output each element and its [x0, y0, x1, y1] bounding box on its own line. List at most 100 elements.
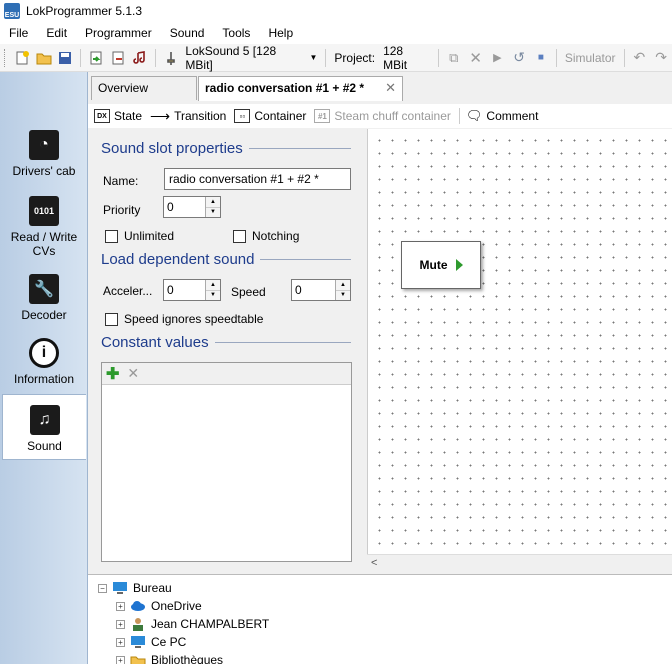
name-input[interactable]	[164, 168, 351, 190]
state-node-mute[interactable]: Mute	[401, 241, 481, 289]
down-arrow-icon[interactable]: ▼	[206, 207, 220, 217]
play-icon: ▶	[493, 52, 502, 64]
nav-drivers-cab[interactable]: ◔ Drivers' cab	[2, 130, 86, 196]
tab-overview[interactable]: Overview	[91, 76, 197, 100]
expand-icon[interactable]: +	[116, 655, 125, 664]
collapse-icon[interactable]: −	[98, 583, 107, 593]
tree-item-ce-pc[interactable]: + Ce PC	[116, 633, 186, 651]
state-node-label: Mute	[419, 258, 448, 272]
speed-ignores-label: Speed ignores speedtable	[124, 312, 264, 326]
window-title: LokProgrammer 5.1.3	[26, 4, 143, 18]
section-load-dependent-sound: Load dependent sound	[101, 251, 351, 268]
chevron-down-icon: ▼	[309, 53, 318, 62]
tab-strip: Overview radio conversation #1 + #2 * ✕	[88, 76, 672, 101]
up-arrow-icon[interactable]: ▲	[336, 280, 350, 291]
steam-chuff-icon: #1	[314, 109, 331, 123]
toolbar-separator	[555, 48, 557, 67]
transition-tool[interactable]: ⟶ Transition	[150, 108, 226, 125]
speed-ignores-speedtable-checkbox[interactable]: Speed ignores speedtable	[105, 312, 263, 326]
open-folder-button[interactable]	[33, 47, 55, 69]
menu-help[interactable]: Help	[259, 22, 302, 44]
toolbar-separator	[154, 48, 156, 67]
nav-label: Sound	[27, 439, 62, 453]
steam-chuff-tool-label: Steam chuff container	[334, 109, 451, 123]
folder-icon	[36, 53, 52, 64]
up-arrow-icon[interactable]: ▲	[206, 280, 220, 291]
checkbox-box	[233, 229, 246, 243]
close-icon: ✕	[469, 49, 482, 67]
horizontal-scrollbar[interactable]: <	[367, 554, 672, 571]
sound-export-button[interactable]	[129, 47, 151, 69]
copy-button[interactable]: ⧉	[443, 47, 465, 69]
menu-sound[interactable]: Sound	[161, 22, 214, 44]
tab-label: radio conversation #1 + #2 *	[205, 81, 365, 95]
export-button[interactable]	[107, 47, 129, 69]
state-diagram-canvas[interactable]: Mute	[367, 129, 672, 554]
speed-label: Speed	[231, 285, 266, 299]
expand-icon[interactable]: +	[116, 601, 125, 611]
tab-label: Overview	[98, 81, 149, 95]
music-note-icon	[133, 50, 145, 64]
tree-item-onedrive[interactable]: + OneDrive	[116, 597, 202, 615]
steam-chuff-container-tool[interactable]: #1 Steam chuff container	[314, 109, 451, 123]
import-button[interactable]	[85, 47, 107, 69]
menu-tools[interactable]: Tools	[213, 22, 259, 44]
state-tool-label: State	[114, 109, 143, 123]
delete-button[interactable]: ✕	[465, 47, 487, 69]
close-icon[interactable]: ✕	[385, 80, 396, 96]
wrench-icon: 🔧	[29, 274, 59, 304]
tree-item-bureau[interactable]: − Bureau	[98, 579, 172, 597]
nav-label: Drivers' cab	[12, 164, 76, 178]
new-file-button[interactable]	[11, 47, 33, 69]
toolbar-separator	[325, 48, 327, 67]
priority-stepper[interactable]: 0 ▲ ▼	[163, 196, 221, 218]
menu-programmer[interactable]: Programmer	[76, 22, 161, 44]
tree-item-user[interactable]: + Jean CHAMPALBERT	[116, 615, 269, 633]
up-arrow-icon[interactable]: ▲	[206, 197, 220, 208]
menu-edit[interactable]: Edit	[37, 22, 76, 44]
add-icon[interactable]: ✚	[106, 364, 119, 384]
unlimited-checkbox[interactable]: Unlimited	[105, 229, 174, 243]
chevron-left-icon[interactable]: <	[371, 557, 377, 569]
checkbox-box	[105, 229, 118, 243]
nav-read-write-cvs[interactable]: 0101 Read / Write CVs	[2, 196, 86, 262]
save-icon	[59, 51, 72, 64]
constant-values-toolbar: ✚ ✕	[102, 363, 351, 385]
save-button[interactable]	[55, 47, 77, 69]
down-arrow-icon[interactable]: ▼	[206, 290, 220, 300]
redo-button[interactable]: ↷	[650, 47, 672, 69]
undo-button[interactable]: ↶	[629, 47, 651, 69]
reset-button[interactable]: ↺	[508, 47, 530, 69]
transition-tool-label: Transition	[174, 109, 227, 123]
notching-label: Notching	[252, 229, 300, 243]
close-icon[interactable]: ✕	[127, 365, 139, 382]
menu-file[interactable]: File	[0, 22, 37, 44]
section-constant-values: Constant values	[101, 334, 351, 351]
properties-panel: Sound slot properties Name: Priority 0 ▲…	[94, 130, 358, 570]
state-tool[interactable]: DX State	[94, 109, 142, 123]
container-tool[interactable]: ▫▫ Container	[234, 109, 306, 123]
tree-item-bibliotheques[interactable]: + Bibliothèques	[116, 651, 223, 664]
stop-button[interactable]: ■	[530, 47, 552, 69]
nav-label: Decoder	[21, 308, 67, 322]
export-icon	[112, 51, 124, 64]
new-file-icon	[16, 50, 29, 64]
nav-sound[interactable]: ♫ Sound	[2, 394, 86, 460]
container-tool-label: Container	[254, 109, 307, 123]
comment-tool[interactable]: 🗨 Comment	[466, 108, 539, 124]
acceleration-stepper[interactable]: 0 ▲ ▼	[163, 279, 221, 301]
simulator-button[interactable]: Simulator	[561, 51, 620, 65]
play-button[interactable]: ▶	[487, 47, 509, 69]
notching-checkbox[interactable]: Notching	[233, 229, 299, 243]
speed-stepper[interactable]: 0 ▲ ▼	[291, 279, 351, 301]
expand-icon[interactable]: +	[116, 619, 125, 629]
tab-radio-conversation[interactable]: radio conversation #1 + #2 * ✕	[198, 76, 403, 101]
tree-item-label: Bureau	[133, 581, 172, 595]
decoder-type-select[interactable]: LokSound 5 [128 MBit] ▼	[181, 44, 321, 72]
nav-decoder[interactable]: 🔧 Decoder	[2, 274, 86, 340]
menu-bar: File Edit Programmer Sound Tools Help	[0, 22, 672, 44]
constant-values-list[interactable]: ✚ ✕	[101, 362, 352, 562]
down-arrow-icon[interactable]: ▼	[336, 290, 350, 300]
connect-button[interactable]	[160, 47, 182, 69]
expand-icon[interactable]: +	[116, 637, 125, 647]
